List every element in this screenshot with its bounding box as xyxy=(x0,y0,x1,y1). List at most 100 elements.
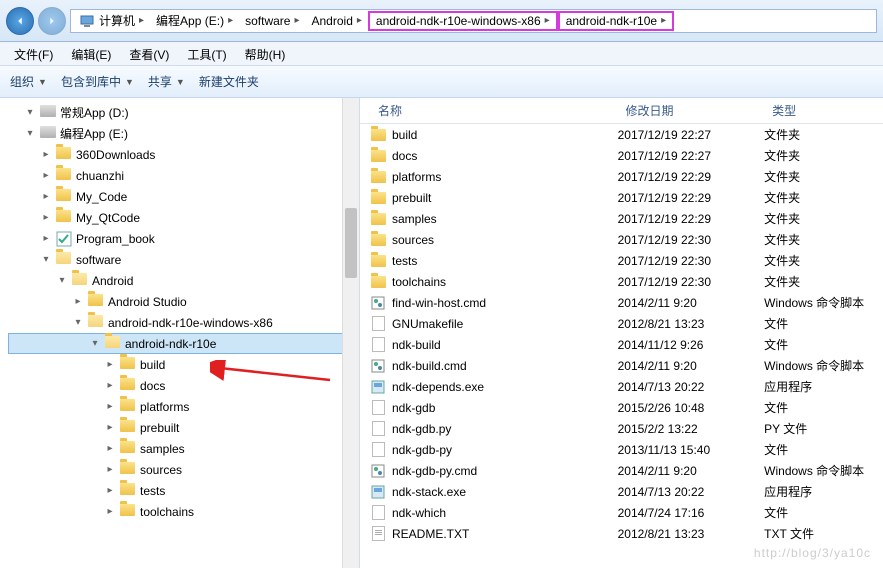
breadcrumb-label: software xyxy=(245,14,290,28)
expand-icon[interactable]: ▸ xyxy=(104,506,116,517)
expand-icon[interactable]: ▸ xyxy=(72,296,84,307)
expand-icon[interactable]: ▸ xyxy=(104,359,116,370)
breadcrumb-segment[interactable]: android-ndk-r10e-windows-x86▸ xyxy=(368,11,558,31)
expand-icon[interactable]: ▸ xyxy=(40,233,52,244)
chevron-down-icon: ▼ xyxy=(125,77,134,87)
back-button[interactable] xyxy=(6,7,34,35)
file-row[interactable]: ndk-gdb-py.cmd2014/2/11 9:20Windows 命令脚本 xyxy=(360,460,883,481)
breadcrumb-label: Android xyxy=(312,14,353,28)
file-name: build xyxy=(392,128,417,142)
toolbar-item[interactable]: 共享▼ xyxy=(148,73,185,90)
tree-node[interactable]: ▾ android-ndk-r10e xyxy=(8,333,359,354)
file-type: 应用程序 xyxy=(764,378,883,395)
expand-icon[interactable]: ▸ xyxy=(104,422,116,433)
file-row[interactable]: docs2017/12/19 22:27文件夹 xyxy=(360,145,883,166)
collapse-icon[interactable]: ▾ xyxy=(72,317,84,328)
file-row[interactable]: ndk-gdb-py2013/11/13 15:40文件 xyxy=(360,439,883,460)
tree-node[interactable]: ▾编程App (E:) xyxy=(8,123,359,144)
breadcrumb[interactable]: 计算机▸编程App (E:)▸software▸Android▸android-… xyxy=(70,9,877,33)
expand-icon[interactable]: ▸ xyxy=(40,149,52,160)
expand-icon[interactable]: ▸ xyxy=(104,485,116,496)
scroll-thumb[interactable] xyxy=(345,208,357,278)
file-row[interactable]: sources2017/12/19 22:30文件夹 xyxy=(360,229,883,250)
breadcrumb-segment[interactable]: Android▸ xyxy=(306,11,368,31)
tree-node[interactable]: ▸sources xyxy=(8,459,359,480)
header-name[interactable]: 名称 xyxy=(370,98,618,123)
folder-icon xyxy=(120,399,136,415)
tree-node[interactable]: ▸My_QtCode xyxy=(8,207,359,228)
file-row[interactable]: find-win-host.cmd2014/2/11 9:20Windows 命… xyxy=(360,292,883,313)
tree-node[interactable]: ▸Android Studio xyxy=(8,291,359,312)
file-row[interactable]: ndk-build2014/11/12 9:26文件 xyxy=(360,334,883,355)
tree-node[interactable]: ▸prebuilt xyxy=(8,417,359,438)
folder-tree[interactable]: ▾常规App (D:)▾编程App (E:)▸360Downloads▸chua… xyxy=(0,98,360,568)
toolbar-item[interactable]: 新建文件夹 xyxy=(199,73,259,90)
tree-node[interactable]: ▸360Downloads xyxy=(8,144,359,165)
menu-item[interactable]: 编辑(E) xyxy=(63,44,119,63)
collapse-icon[interactable]: ▾ xyxy=(24,107,36,118)
address-bar: 计算机▸编程App (E:)▸software▸Android▸android-… xyxy=(0,0,883,42)
file-type: 文件 xyxy=(764,441,883,458)
tree-label: build xyxy=(140,358,165,372)
forward-button[interactable] xyxy=(38,7,66,35)
tree-node[interactable]: ▸My_Code xyxy=(8,186,359,207)
file-row[interactable]: samples2017/12/19 22:29文件夹 xyxy=(360,208,883,229)
file-list: build2017/12/19 22:27文件夹docs2017/12/19 2… xyxy=(360,124,883,544)
expand-icon[interactable]: ▸ xyxy=(104,401,116,412)
chevron-right-icon: ▸ xyxy=(228,15,233,26)
file-row[interactable]: toolchains2017/12/19 22:30文件夹 xyxy=(360,271,883,292)
expand-icon[interactable]: ▸ xyxy=(104,464,116,475)
tree-node[interactable]: ▾software xyxy=(8,249,359,270)
header-type[interactable]: 类型 xyxy=(764,98,883,123)
file-row[interactable]: prebuilt2017/12/19 22:29文件夹 xyxy=(360,187,883,208)
file-date: 2017/12/19 22:29 xyxy=(618,212,765,226)
header-date[interactable]: 修改日期 xyxy=(618,98,765,123)
expand-icon[interactable]: ▸ xyxy=(40,212,52,223)
tree-node[interactable]: ▸chuanzhi xyxy=(8,165,359,186)
tree-node[interactable]: ▸samples xyxy=(8,438,359,459)
collapse-icon[interactable]: ▾ xyxy=(56,275,68,286)
file-row[interactable]: platforms2017/12/19 22:29文件夹 xyxy=(360,166,883,187)
tree-node[interactable]: ▸ build xyxy=(8,354,359,375)
menu-item[interactable]: 文件(F) xyxy=(6,44,61,63)
folder-open-icon xyxy=(105,336,121,352)
breadcrumb-segment[interactable]: 编程App (E:)▸ xyxy=(150,11,239,31)
tree-node[interactable]: ▾Android xyxy=(8,270,359,291)
expand-icon[interactable]: ▸ xyxy=(104,443,116,454)
tree-label: android-ndk-r10e xyxy=(125,337,216,351)
menu-item[interactable]: 查看(V) xyxy=(121,44,177,63)
file-row[interactable]: ndk-build.cmd2014/2/11 9:20Windows 命令脚本 xyxy=(360,355,883,376)
file-row[interactable]: ndk-gdb.py2015/2/2 13:22PY 文件 xyxy=(360,418,883,439)
toolbar-item[interactable]: 组织▼ xyxy=(10,73,47,90)
breadcrumb-segment[interactable]: android-ndk-r10e▸ xyxy=(558,11,674,31)
toolbar-item[interactable]: 包含到库中▼ xyxy=(61,73,134,90)
chevron-down-icon: ▼ xyxy=(176,77,185,87)
tree-node[interactable]: ▾常规App (D:) xyxy=(8,102,359,123)
tree-node[interactable]: ▸docs xyxy=(8,375,359,396)
breadcrumb-segment[interactable]: 计算机▸ xyxy=(73,11,150,31)
tree-node[interactable]: ▸Program_book xyxy=(8,228,359,249)
expand-icon[interactable]: ▸ xyxy=(104,380,116,391)
tree-scrollbar[interactable] xyxy=(342,98,359,568)
tree-node[interactable]: ▾android-ndk-r10e-windows-x86 xyxy=(8,312,359,333)
file-row[interactable]: ndk-depends.exe2014/7/13 20:22应用程序 xyxy=(360,376,883,397)
collapse-icon[interactable]: ▾ xyxy=(40,254,52,265)
collapse-icon[interactable]: ▾ xyxy=(24,128,36,139)
list-header[interactable]: 名称 修改日期 类型 xyxy=(360,98,883,124)
file-row[interactable]: README.TXT2012/8/21 13:23TXT 文件 xyxy=(360,523,883,544)
file-row[interactable]: ndk-stack.exe2014/7/13 20:22应用程序 xyxy=(360,481,883,502)
file-row[interactable]: GNUmakefile2012/8/21 13:23文件 xyxy=(360,313,883,334)
tree-node[interactable]: ▸toolchains xyxy=(8,501,359,522)
breadcrumb-segment[interactable]: software▸ xyxy=(239,11,305,31)
file-row[interactable]: ndk-gdb2015/2/26 10:48文件 xyxy=(360,397,883,418)
menu-item[interactable]: 工具(T) xyxy=(179,44,234,63)
file-row[interactable]: build2017/12/19 22:27文件夹 xyxy=(360,124,883,145)
tree-node[interactable]: ▸tests xyxy=(8,480,359,501)
collapse-icon[interactable]: ▾ xyxy=(89,338,101,349)
expand-icon[interactable]: ▸ xyxy=(40,170,52,181)
file-row[interactable]: tests2017/12/19 22:30文件夹 xyxy=(360,250,883,271)
expand-icon[interactable]: ▸ xyxy=(40,191,52,202)
file-row[interactable]: ndk-which2014/7/24 17:16文件 xyxy=(360,502,883,523)
menu-item[interactable]: 帮助(H) xyxy=(237,44,294,63)
tree-node[interactable]: ▸platforms xyxy=(8,396,359,417)
